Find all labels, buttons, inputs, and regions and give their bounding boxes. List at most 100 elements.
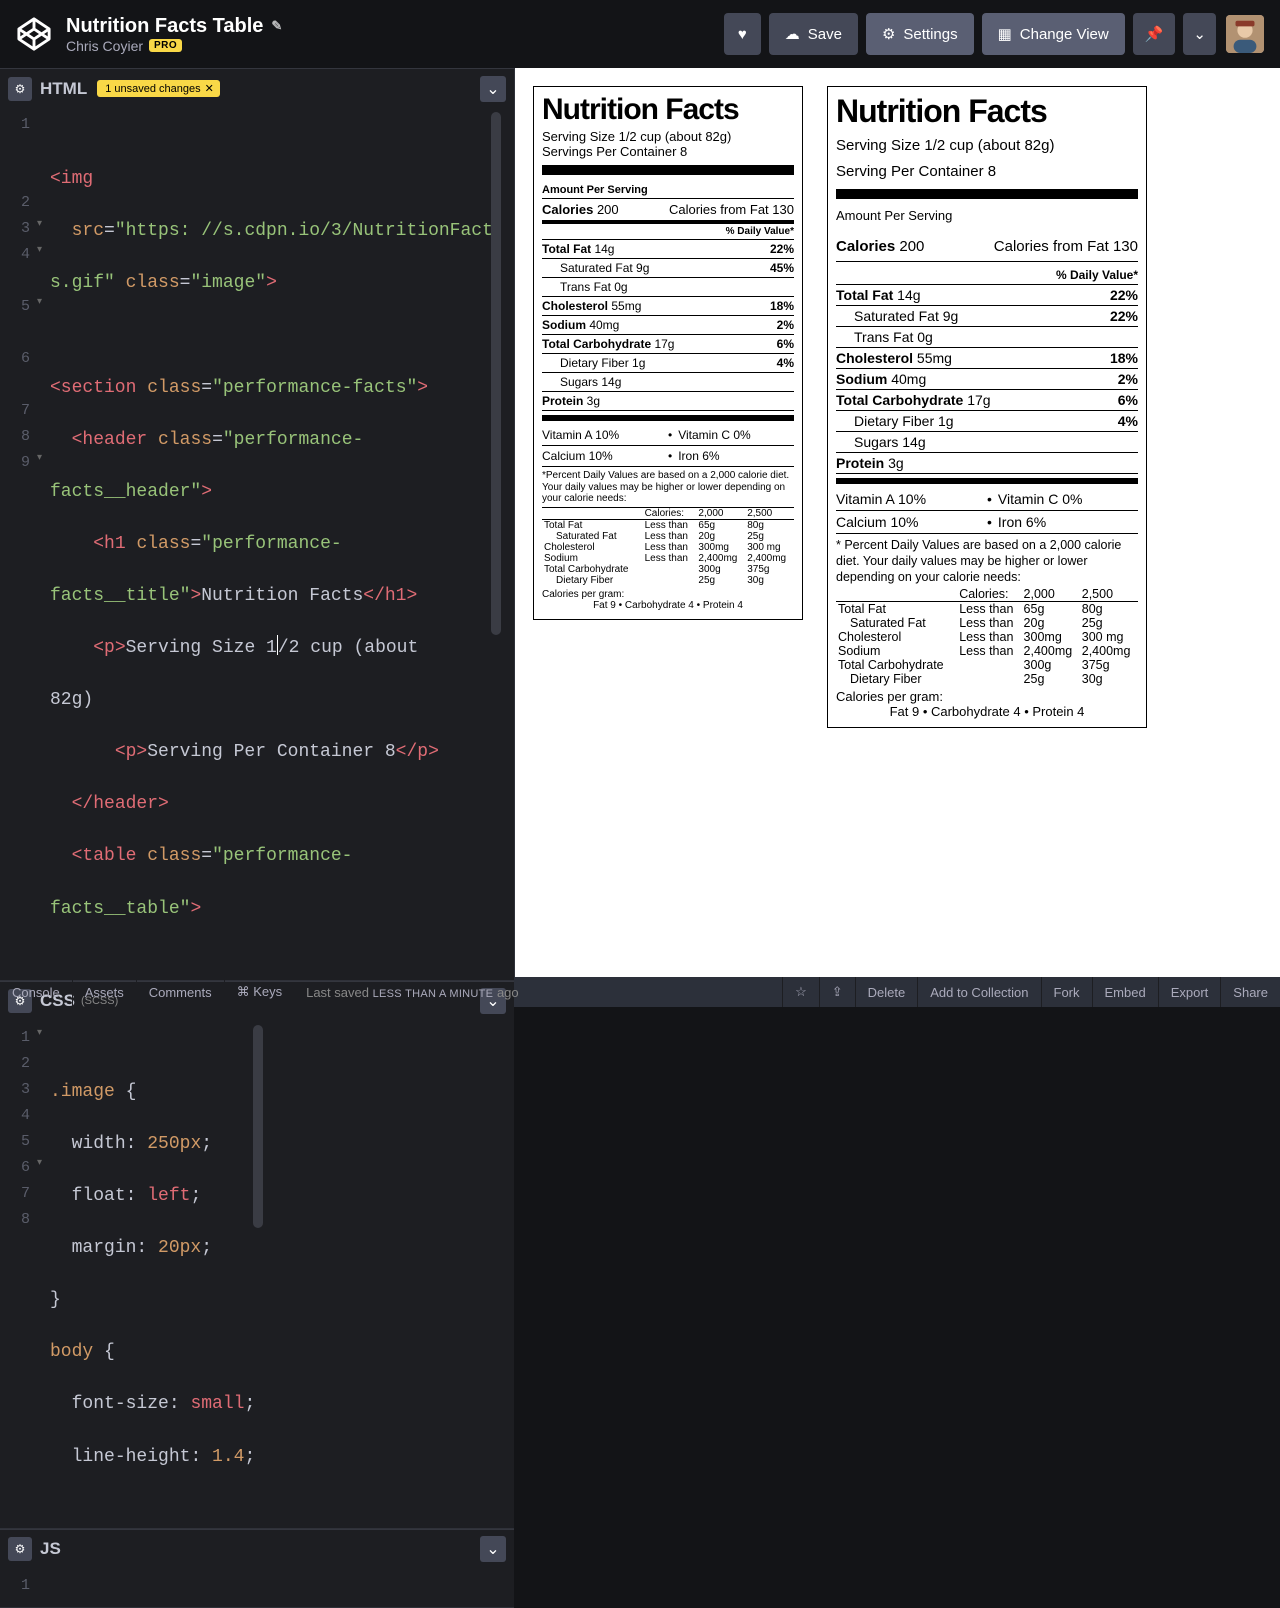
nut-row: Total Fat 14g22% [836,285,1138,306]
save-label: Save [808,26,842,43]
nut-row: Total Carbohydrate 17g6% [836,390,1138,411]
js-editor[interactable]: 1 [0,1569,514,1607]
js-panel: ⚙ JS ⌄ 1 [0,1529,514,1608]
nut-row: Total Fat 14g22% [542,240,794,259]
footer-export[interactable]: Export [1158,977,1221,1007]
unsaved-text: 1 unsaved changes [105,83,200,95]
nut-aps: Amount Per Serving [836,205,1138,225]
saved-prefix: Last saved [306,985,373,1000]
html-gutter: 123456789 [0,108,40,980]
calfat-label: Calories from Fat [994,238,1109,255]
cal-label: Calories [542,202,593,217]
nutrition-label-image: Nutrition Facts Serving Size 1/2 cup (ab… [533,86,803,620]
html-panel-menu[interactable]: ⌄ [480,76,506,102]
star-button[interactable]: ☆ [782,977,819,1007]
js-label: JS [40,1539,61,1559]
nut-row: Sugars 14g [836,432,1138,453]
vitamin-row: Vitamin A 10%•Vitamin C 0% [542,425,794,446]
html-code[interactable]: <img src="https: //s.cdpn.io/3/Nutrition… [40,108,503,980]
nut-row: Protein 3g [836,453,1138,474]
css-editor[interactable]: 12345678 .image { width: 250px; float: l… [0,1021,514,1528]
cal-val: 200 [597,202,619,217]
nut-row: Sodium 40mg2% [542,316,794,335]
vitamin-row: Vitamin A 10%•Vitamin C 0% [836,488,1138,511]
calfat-val: 130 [772,202,794,217]
nut-row: Dietary Fiber 1g4% [836,411,1138,432]
nut-row: Saturated Fat 9g45% [542,259,794,278]
pencil-icon[interactable]: ✎ [271,18,282,34]
nut-row: Trans Fat 0g [542,278,794,297]
app-header: Nutrition Facts Table ✎ Chris Coyier PRO… [0,0,1280,68]
cpg-values: Fat 9 • Carbohydrate 4 • Protein 4 [542,600,794,611]
export-icon: ⇪ [832,984,843,1000]
pro-badge: PRO [149,39,182,52]
calfat-val: 130 [1113,238,1138,255]
nut-row: Protein 3g [542,392,794,411]
main-area: ⚙ HTML 1 unsaved changes ✕ ⌄ 123456789 <… [0,68,1280,977]
change-view-button[interactable]: ▦Change View [982,13,1125,55]
js-panel-menu[interactable]: ⌄ [480,1536,506,1562]
avatar[interactable] [1226,15,1264,53]
footer-embed[interactable]: Embed [1092,977,1158,1007]
share-out-button[interactable]: ⇪ [819,977,855,1007]
settings-button[interactable]: ⚙ Settings [866,13,974,55]
footer-share[interactable]: Share [1220,977,1280,1007]
preview-pane: Nutrition Facts Serving Size 1/2 cup (ab… [515,68,1280,977]
love-button[interactable]: ♥ [724,13,761,55]
html-settings-gear[interactable]: ⚙ [8,77,32,101]
css-panel: ⚙ CSS (SCSS) ⌄ 12345678 .image { width: … [0,981,514,1529]
footer-delete[interactable]: Delete [855,977,918,1007]
html-editor[interactable]: 123456789 <img src="https: //s.cdpn.io/3… [0,108,514,980]
chevron-down-icon: ⌄ [1193,25,1206,43]
gear-icon: ⚙ [882,25,895,43]
footer-comments[interactable]: Comments [137,977,225,1007]
nut-row: Dietary Fiber 1g4% [542,354,794,373]
footnote: *Percent Daily Values are based on a 2,0… [542,467,794,507]
footer-fork[interactable]: Fork [1041,977,1092,1007]
js-settings-gear[interactable]: ⚙ [8,1537,32,1561]
nut-row: Sugars 14g [542,373,794,392]
settings-label: Settings [903,26,957,43]
css-code[interactable]: .image { width: 250px; float: left; marg… [40,1021,265,1528]
save-status: Last saved less than a minute ago [294,985,782,1000]
nut-row: Trans Fat 0g [836,327,1138,348]
footer-add-to-collection[interactable]: Add to Collection [917,977,1040,1007]
saved-time: less than a minute [373,988,494,1000]
pen-title[interactable]: Nutrition Facts Table ✎ [66,15,282,38]
change-view-label: Change View [1020,26,1109,43]
nut-servings-per: Servings Per Container 8 [542,144,794,159]
dv-label: % Daily Value* [542,224,794,240]
pen-author[interactable]: Chris Coyier PRO [66,38,282,54]
footer-console[interactable]: Console [0,977,73,1007]
footer-assets[interactable]: Assets [73,977,137,1007]
chevron-down-icon: ⌄ [486,79,499,99]
dv-label: % Daily Value* [836,266,1138,285]
css-gutter: 12345678 [0,1021,40,1528]
nut-row: Sodium 40mg2% [836,369,1138,390]
nut-row: Total Carbohydrate 17g6% [542,335,794,354]
pen-title-text: Nutrition Facts Table [66,15,263,38]
footnote: * Percent Daily Values are based on a 2,… [836,534,1138,588]
footer-left: ConsoleAssetsComments⌘ Keys [0,977,294,1007]
vitamin-row: Calcium 10%•Iron 6% [836,511,1138,534]
heart-icon: ♥ [738,26,747,43]
pin-caret-button[interactable]: ⌄ [1183,13,1216,55]
save-button[interactable]: ☁Save [769,13,858,55]
saved-suffix: ago [493,985,518,1000]
footer--keys[interactable]: ⌘ Keys [225,977,295,1007]
nut-title: Nutrition Facts [836,93,1138,130]
html-panel: ⚙ HTML 1 unsaved changes ✕ ⌄ 123456789 <… [0,68,514,981]
nut-row: Cholesterol 55mg18% [836,348,1138,369]
js-code[interactable] [40,1569,60,1607]
unsaved-badge[interactable]: 1 unsaved changes ✕ [97,80,220,97]
pin-icon: 📌 [1145,25,1164,43]
close-icon[interactable]: ✕ [205,82,214,95]
nut-row: Saturated Fat 9g22% [836,306,1138,327]
needs-table: Calories:2,0002,500Total FatLess than65g… [542,508,794,586]
scrollbar[interactable] [491,112,501,635]
pin-button[interactable]: 📌 [1133,13,1176,55]
gear-icon: ⚙ [15,82,26,96]
scrollbar[interactable] [253,1025,263,1228]
cpg-values: Fat 9 • Carbohydrate 4 • Protein 4 [836,704,1138,719]
nut-serving: Serving Size 1/2 cup (about 82g) [836,136,1138,156]
